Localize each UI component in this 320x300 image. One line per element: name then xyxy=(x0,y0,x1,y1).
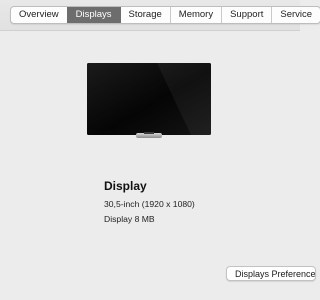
tab-bar: Overview Displays Storage Memory Support… xyxy=(10,6,320,24)
display-size-resolution: 30,5-inch (1920 x 1080) xyxy=(104,199,195,209)
display-name: Display xyxy=(104,179,147,193)
displays-panel: Display 30,5-inch (1920 x 1080) Display … xyxy=(0,31,316,300)
display-graphics: Display 8 MB xyxy=(104,214,155,224)
tab-overview[interactable]: Overview xyxy=(11,7,67,23)
tab-displays[interactable]: Displays xyxy=(66,7,120,23)
toolbar: Overview Displays Storage Memory Support… xyxy=(0,0,320,31)
tab-service[interactable]: Service xyxy=(271,7,320,23)
tab-memory[interactable]: Memory xyxy=(169,7,221,23)
tab-storage[interactable]: Storage xyxy=(119,7,170,23)
tab-support[interactable]: Support xyxy=(221,7,271,23)
display-icon xyxy=(87,63,211,139)
displays-preferences-button[interactable]: Displays Preferences... xyxy=(226,266,316,281)
